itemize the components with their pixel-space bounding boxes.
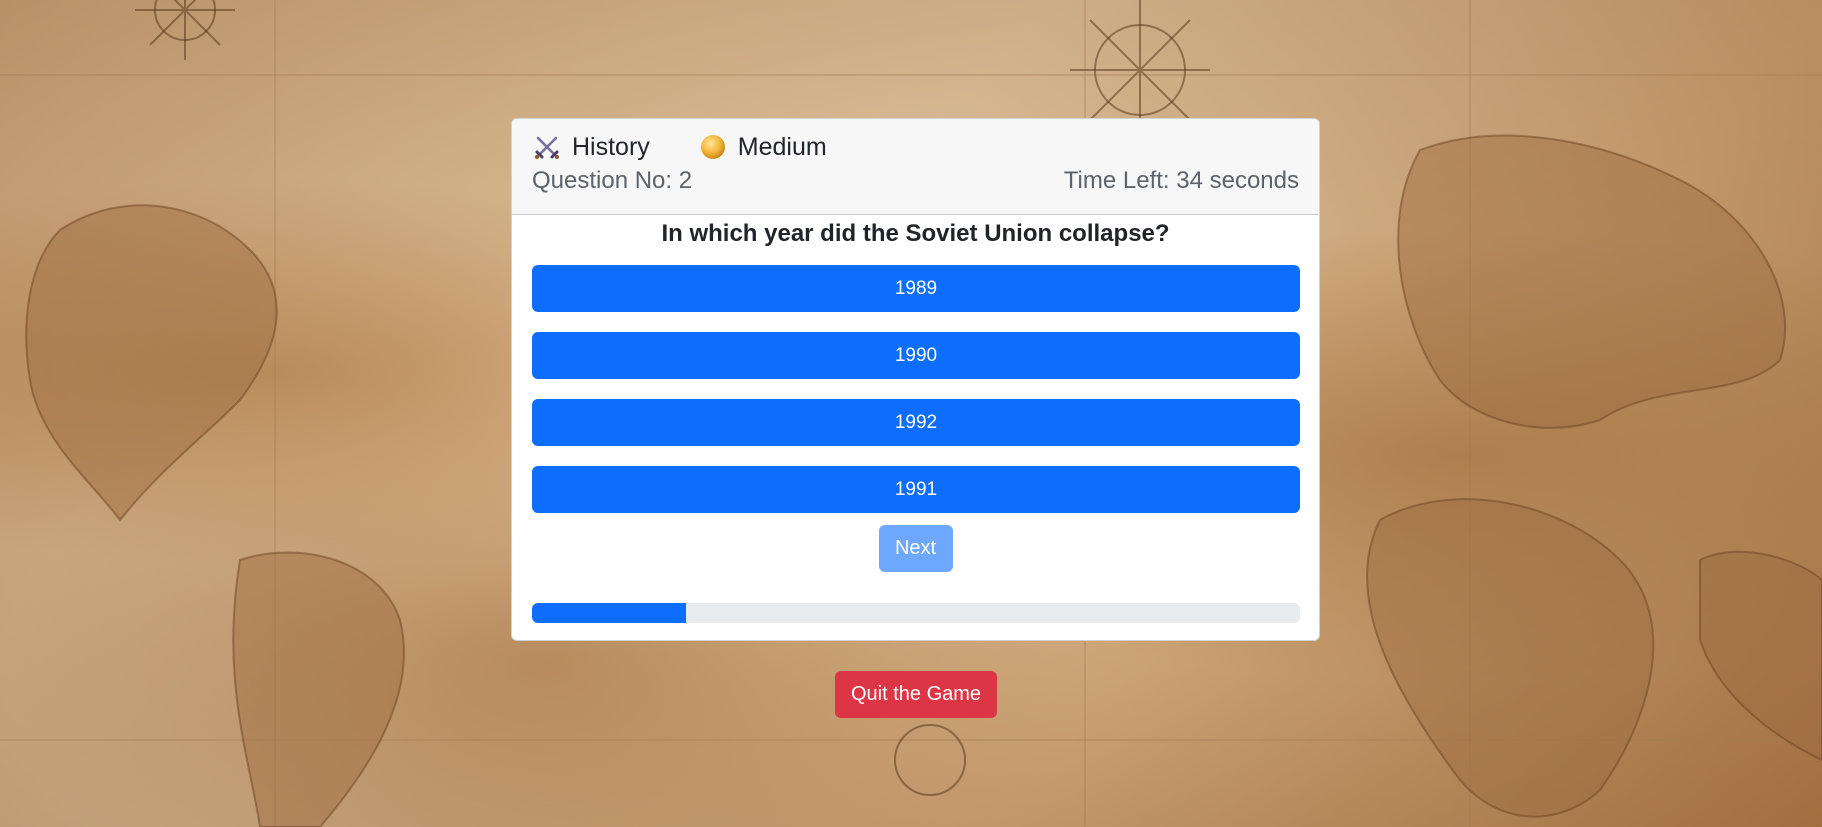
answer-option-1[interactable]: 1989 [532,265,1300,312]
quiz-card: History Medium Question No: 2 Time Left:… [511,118,1320,641]
difficulty-label: Medium [737,132,827,161]
quiz-progress-fill [532,603,686,623]
question-number: Question No: 2 [532,167,693,194]
quiz-meta-row: History Medium [532,131,1299,163]
quiz-progress-track [532,603,1300,623]
quiz-card-body: In which year did the Soviet Union colla… [512,219,1319,623]
next-button[interactable]: Next [878,525,953,572]
medal-coin-icon [698,132,728,162]
answer-option-4[interactable]: 1991 [532,466,1300,513]
answer-option-3[interactable]: 1992 [532,399,1300,446]
category-label: History [572,132,650,161]
time-left: Time Left: 34 seconds [1063,167,1299,194]
next-button-wrap: Next [532,525,1299,572]
difficulty-tag: Medium [698,132,827,162]
quit-game-button[interactable]: Quit the Game [835,671,997,718]
question-text: In which year did the Soviet Union colla… [661,220,1170,247]
crossed-swords-icon [532,132,562,162]
category-tag: History [532,132,650,162]
quiz-card-header: History Medium Question No: 2 Time Left:… [512,119,1319,215]
quiz-status-row: Question No: 2 Time Left: 34 seconds [532,167,1299,195]
answer-option-2[interactable]: 1990 [532,332,1300,379]
